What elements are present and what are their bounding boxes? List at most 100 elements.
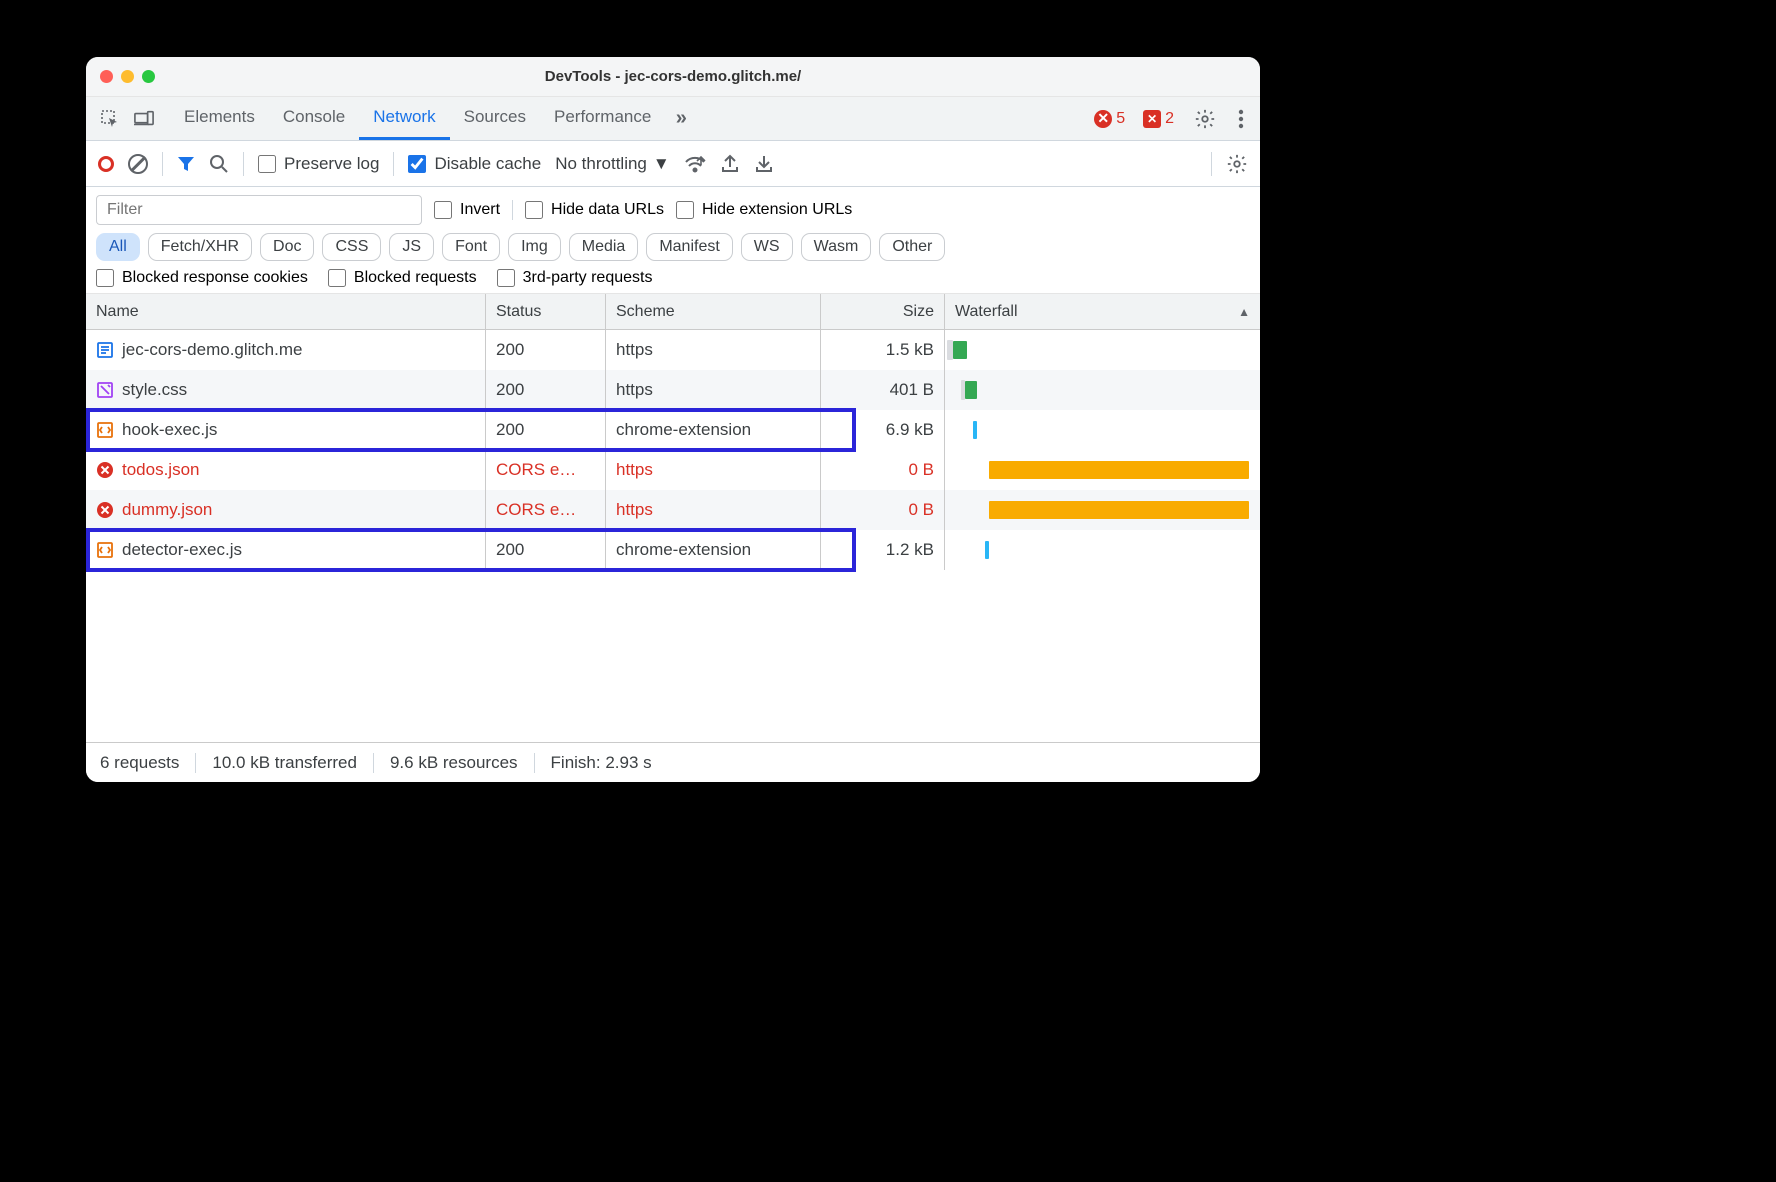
hide-extension-urls-checkbox[interactable]: Hide extension URLs	[676, 201, 852, 219]
zoom-window-button[interactable]	[142, 70, 155, 83]
network-conditions-icon[interactable]	[684, 154, 706, 174]
request-scheme: https	[606, 330, 821, 370]
error-icon	[96, 501, 114, 519]
device-toolbar-icon[interactable]	[134, 109, 154, 129]
request-waterfall	[945, 330, 1260, 370]
blocked-cookies-checkbox[interactable]: Blocked response cookies	[96, 269, 308, 287]
tab-sources[interactable]: Sources	[450, 97, 540, 140]
filter-pill-doc[interactable]: Doc	[260, 233, 314, 261]
table-row[interactable]: dummy.jsonCORS e…https0 B	[86, 490, 1260, 530]
table-row[interactable]: todos.jsonCORS e…https0 B	[86, 450, 1260, 490]
export-har-icon[interactable]	[720, 154, 740, 174]
request-waterfall	[945, 370, 1260, 410]
table-row[interactable]: hook-exec.js200chrome-extension6.9 kB	[86, 410, 1260, 450]
issue-count: 2	[1165, 110, 1174, 128]
status-requests: 6 requests	[100, 753, 179, 773]
stylesheet-icon	[96, 381, 114, 399]
network-settings-icon[interactable]	[1226, 153, 1248, 175]
request-size: 1.5 kB	[821, 330, 945, 370]
overflow-tabs-icon[interactable]: »	[671, 109, 691, 129]
filter-pill-wasm[interactable]: Wasm	[801, 233, 872, 261]
col-status[interactable]: Status	[486, 294, 606, 329]
request-name: style.css	[122, 380, 187, 400]
blocked-requests-checkbox[interactable]: Blocked requests	[328, 269, 477, 287]
col-scheme[interactable]: Scheme	[606, 294, 821, 329]
error-icon	[96, 461, 114, 479]
filter-pill-manifest[interactable]: Manifest	[646, 233, 732, 261]
script-icon	[96, 541, 114, 559]
import-har-icon[interactable]	[754, 154, 774, 174]
resource-type-filters: All Fetch/XHR Doc CSS JS Font Img MediaManifest…	[96, 233, 1250, 261]
hide-data-urls-checkbox[interactable]: Hide data URLs	[525, 201, 664, 219]
request-status: CORS e…	[486, 490, 606, 530]
filter-pill-js[interactable]: JS	[389, 233, 434, 261]
table-row[interactable]: jec-cors-demo.glitch.me200https1.5 kB	[86, 330, 1260, 370]
request-name: hook-exec.js	[122, 420, 217, 440]
status-finish: Finish: 2.93 s	[551, 753, 652, 773]
request-name: dummy.json	[122, 500, 212, 520]
request-status: 200	[486, 330, 606, 370]
issue-count-badge[interactable]: ✕ 2	[1139, 110, 1178, 128]
filter-pill-fetch-xhr[interactable]: Fetch/XHR	[148, 233, 252, 261]
filter-pill-media[interactable]: Media	[569, 233, 639, 261]
request-status: 200	[486, 530, 606, 570]
status-transferred: 10.0 kB transferred	[212, 753, 357, 773]
table-header: Name Status Scheme Size Waterfall ▲	[86, 294, 1260, 330]
filter-pill-css[interactable]: CSS	[322, 233, 381, 261]
issue-icon: ✕	[1143, 110, 1161, 128]
request-size: 0 B	[821, 490, 945, 530]
panel-tabs: ElementsConsoleNetworkSourcesPerformance	[170, 97, 665, 140]
document-icon	[96, 341, 114, 359]
col-size[interactable]: Size	[821, 294, 945, 329]
filter-pill-ws[interactable]: WS	[741, 233, 793, 261]
settings-icon[interactable]	[1188, 108, 1222, 130]
status-resources: 9.6 kB resources	[390, 753, 518, 773]
request-waterfall	[945, 530, 1260, 570]
tab-console[interactable]: Console	[269, 97, 359, 140]
filter-pill-all[interactable]: All	[96, 233, 140, 261]
devtools-window: DevTools - jec-cors-demo.glitch.me/ Elem…	[86, 57, 1260, 782]
request-size: 401 B	[821, 370, 945, 410]
table-row[interactable]: detector-exec.js200chrome-extension1.2 k…	[86, 530, 1260, 570]
col-waterfall[interactable]: Waterfall ▲	[945, 294, 1260, 329]
table-row[interactable]: style.css 200https401 B	[86, 370, 1260, 410]
request-name: detector-exec.js	[122, 540, 242, 560]
filter-pill-other[interactable]: Other	[879, 233, 945, 261]
tab-elements[interactable]: Elements	[170, 97, 269, 140]
request-scheme: chrome-extension	[606, 530, 821, 570]
disable-cache-checkbox[interactable]: Disable cache	[408, 154, 541, 174]
request-status: 200	[486, 370, 606, 410]
minimize-window-button[interactable]	[121, 70, 134, 83]
sort-arrow-icon: ▲	[1238, 305, 1250, 319]
error-count-badge[interactable]: ✕ 5	[1090, 110, 1129, 128]
error-icon: ✕	[1094, 110, 1112, 128]
invert-checkbox[interactable]: Invert	[434, 201, 500, 219]
request-scheme: chrome-extension	[606, 410, 821, 450]
tab-performance[interactable]: Performance	[540, 97, 665, 140]
more-menu-icon[interactable]	[1232, 109, 1250, 129]
main-tab-bar: ElementsConsoleNetworkSourcesPerformance…	[86, 97, 1260, 141]
clear-button[interactable]	[128, 154, 148, 174]
network-toolbar: Preserve log Disable cache No throttling…	[86, 141, 1260, 187]
window-title: DevTools - jec-cors-demo.glitch.me/	[86, 68, 1260, 85]
request-scheme: https	[606, 370, 821, 410]
preserve-log-checkbox[interactable]: Preserve log	[258, 154, 379, 174]
chevron-down-icon: ▼	[653, 154, 670, 174]
inspect-element-icon[interactable]	[100, 109, 120, 129]
throttling-select[interactable]: No throttling ▼	[555, 154, 670, 174]
status-bar: 6 requests 10.0 kB transferred 9.6 kB re…	[86, 742, 1260, 782]
request-waterfall	[945, 490, 1260, 530]
request-table: jec-cors-demo.glitch.me200https1.5 kBsty…	[86, 330, 1260, 742]
third-party-checkbox[interactable]: 3rd-party requests	[497, 269, 653, 287]
filter-pill-img[interactable]: Img	[508, 233, 561, 261]
filter-input[interactable]	[96, 195, 422, 225]
close-window-button[interactable]	[100, 70, 113, 83]
filter-pill-font[interactable]: Font	[442, 233, 500, 261]
record-button[interactable]	[98, 156, 114, 172]
request-status: 200	[486, 410, 606, 450]
filter-bar: Invert Hide data URLs Hide extension URL…	[86, 187, 1260, 294]
filter-toggle-icon[interactable]	[177, 155, 195, 173]
tab-network[interactable]: Network	[359, 97, 449, 140]
col-name[interactable]: Name	[86, 294, 486, 329]
search-icon[interactable]	[209, 154, 229, 174]
